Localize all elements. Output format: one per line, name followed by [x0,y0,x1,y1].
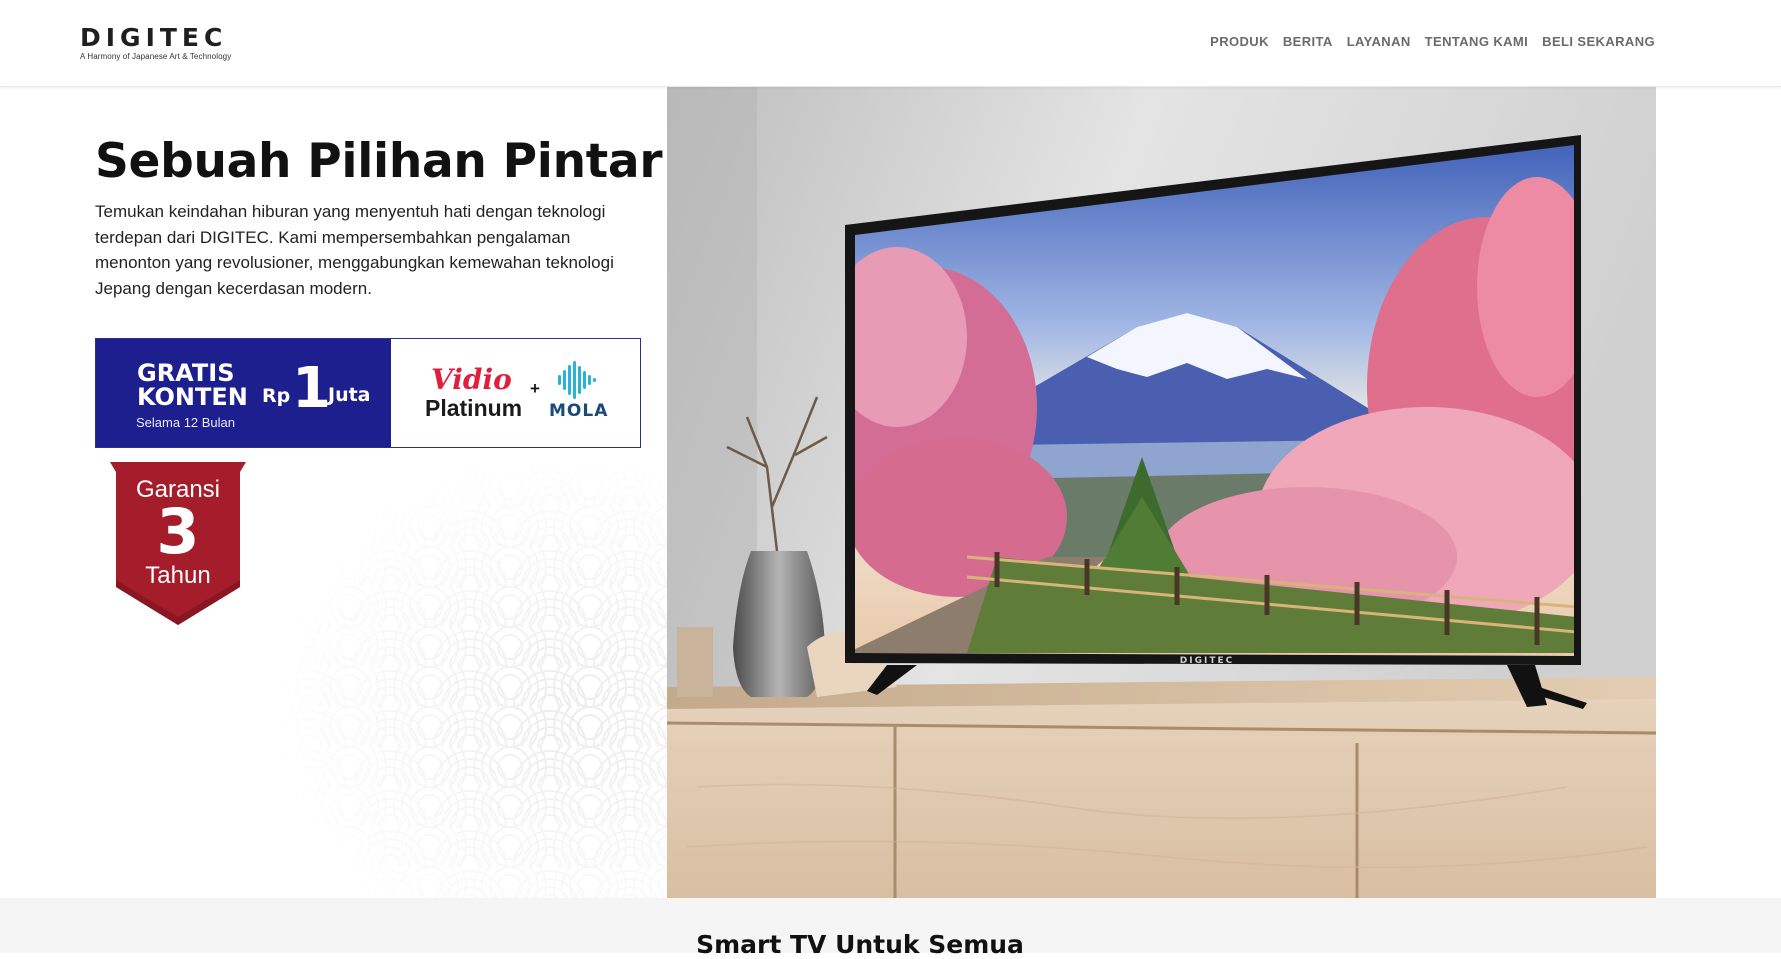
site-header: DIGITEC A Harmony of Japanese Art & Tech… [0,0,1781,87]
tv-brand-label: DIGITEC [1180,656,1234,666]
warranty-badge: Garansi 3 Tahun [104,462,252,627]
nav-item-layanan[interactable]: LAYANAN [1347,34,1411,49]
nav-item-beli-sekarang[interactable]: BELI SEKARANG [1542,34,1655,49]
promo-duration: Selama 12 Bulan [136,415,236,430]
hero-description: Temukan keindahan hiburan yang menyentuh… [95,202,614,298]
promo-unit: Juta [328,384,371,406]
logo-wordmark: DIGITEC [80,23,228,52]
nav-item-berita[interactable]: BERITA [1283,34,1333,49]
promo-partners: Vidio Platinum + MOLA [391,339,640,447]
main-nav: PRODUK BERITA LAYANAN TENTANG KAMI BELI … [1210,34,1655,49]
promo-free-content: GRATIS KONTEN Selama 12 Bulan Rp 1 Juta [96,339,391,447]
mola-logo: MOLA [549,401,609,421]
promo-banner[interactable]: GRATIS KONTEN Selama 12 Bulan Rp 1 Juta … [95,338,641,448]
vidio-platinum-label: Platinum [425,395,523,421]
section-title: Smart TV Untuk Semua [696,930,1024,959]
warranty-unit: Tahun [145,562,211,589]
hero-section: Sebuah Pilihan Pintar Temukan keindahan … [0,87,1781,898]
promo-currency: Rp [262,385,291,407]
nav-item-tentang-kami[interactable]: TENTANG KAMI [1425,34,1529,49]
promo-amount: 1 [292,356,331,421]
warranty-years-number: 3 [156,495,200,568]
plus-sign: + [530,379,540,398]
nav-item-produk[interactable]: PRODUK [1210,34,1269,49]
promo-gratis-konten: GRATIS KONTEN [137,359,248,411]
logo-tagline: A Harmony of Japanese Art & Technology [80,52,232,61]
hero-title: Sebuah Pilihan Pintar [95,134,663,189]
smart-tv-section: Smart TV Untuk Semua [0,898,1781,959]
tv-product-image: DIGITEC [667,87,1656,898]
vidio-logo: Vidio [431,363,512,396]
brand-logo[interactable]: DIGITEC A Harmony of Japanese Art & Tech… [80,23,232,62]
mola-waveform-icon [558,361,596,399]
